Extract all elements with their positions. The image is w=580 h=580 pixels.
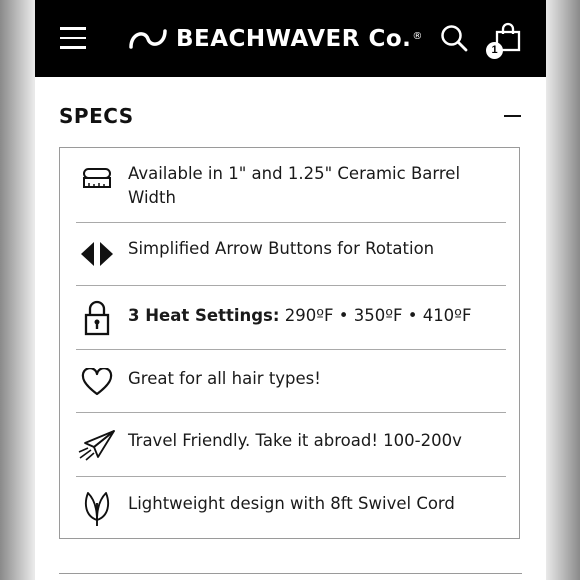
- wave-logo-icon: [129, 29, 167, 49]
- search-icon[interactable]: [440, 24, 468, 57]
- leaf-icon: [76, 489, 118, 527]
- spec-item-detail: 290ºF • 350ºF • 410ºF: [279, 306, 472, 325]
- brand-logo[interactable]: BEACHWAVER Co. ®: [128, 22, 422, 56]
- spec-item-travel: Travel Friendly. Take it abroad! 100-200…: [76, 413, 506, 477]
- spec-item-heat: 3 Heat Settings: 290ºF • 350ºF • 410ºF: [76, 286, 506, 350]
- spec-item-hair: Great for all hair types!: [76, 350, 506, 413]
- lock-icon: [76, 299, 118, 337]
- product-page: BEACHWAVER Co. ® 1 SPECS Available in 1"…: [35, 0, 546, 580]
- spec-item-text: Travel Friendly. Take it abroad! 100-200…: [128, 431, 462, 450]
- spec-item-barrel: Available in 1" and 1.25" Ceramic Barrel…: [76, 148, 506, 223]
- spec-item-text: Simplified Arrow Buttons for Rotation: [128, 239, 435, 258]
- specs-list: Available in 1" and 1.25" Ceramic Barrel…: [59, 147, 520, 539]
- section-divider: [59, 573, 522, 574]
- site-header: BEACHWAVER Co. ® 1: [35, 0, 546, 77]
- paper-plane-icon: [76, 428, 118, 462]
- specs-accordion-header[interactable]: SPECS: [59, 102, 522, 130]
- heart-icon: [76, 366, 118, 398]
- spec-item-text: Great for all hair types!: [128, 369, 321, 388]
- spec-item-text: 3 Heat Settings: 290ºF • 350ºF • 410ºF: [128, 304, 498, 328]
- arrow-buttons-icon: [76, 238, 118, 270]
- spec-item-text: Available in 1" and 1.25" Ceramic Barrel…: [128, 164, 461, 207]
- spec-item-text: Lightweight design with 8ft Swivel Cord: [128, 494, 455, 513]
- spec-item-bold: 3 Heat Settings:: [128, 306, 280, 325]
- specs-title: SPECS: [59, 104, 134, 128]
- spec-item-arrows: Simplified Arrow Buttons for Rotation: [76, 223, 506, 286]
- cart-count-badge[interactable]: 1: [486, 42, 503, 59]
- hamburger-menu-icon[interactable]: [60, 27, 86, 49]
- spec-item-weight: Lightweight design with 8ft Swivel Cord: [76, 477, 506, 537]
- barrel-icon: [76, 164, 118, 194]
- brand-name: BEACHWAVER Co.: [176, 26, 412, 52]
- minus-collapse-icon[interactable]: [504, 114, 521, 118]
- registered-mark: ®: [412, 30, 423, 42]
